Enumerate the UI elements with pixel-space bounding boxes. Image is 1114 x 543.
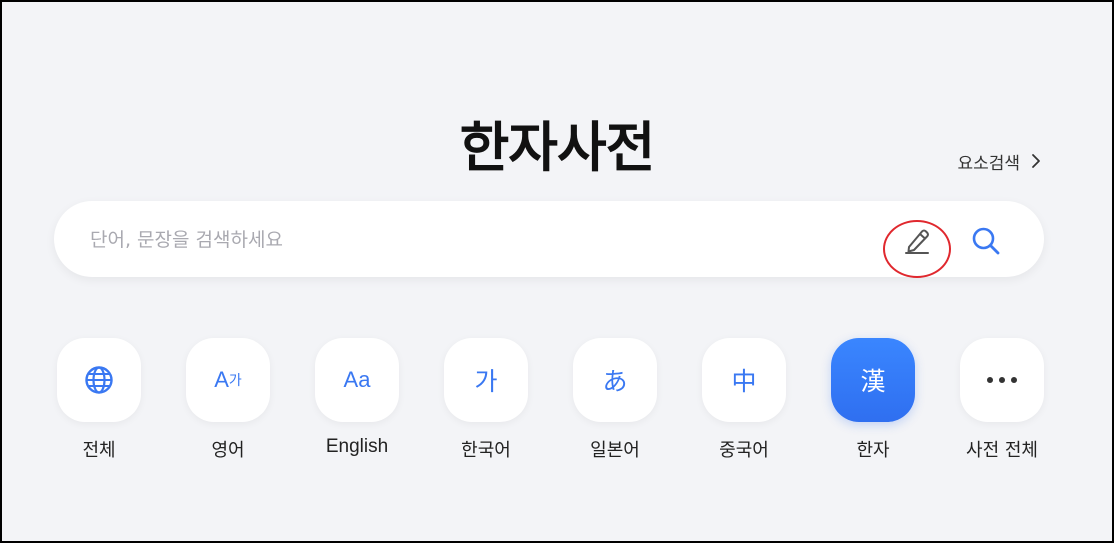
dictionary-icon-text: あ [602, 367, 628, 396]
dictionary-icon-subtext: 가 [228, 373, 242, 389]
dictionary-tile [960, 338, 1044, 422]
dictionary-label: English [325, 436, 389, 457]
dictionary-tile: A가 [186, 338, 270, 422]
dictionary-item-hanja[interactable]: 漢 한자 [830, 338, 916, 468]
pen-icon [905, 229, 929, 254]
search-bar [54, 201, 1044, 278]
dictionary-item-more[interactable]: 사전 전체 [959, 338, 1045, 468]
dictionary-label: 일본어 [590, 440, 640, 461]
dictionary-tile: あ [573, 338, 657, 422]
dictionary-page: 한자사전 요소검색 단어, 문장을 검색하세요 전체 A 가 영어 Aa Eng… [0, 0, 1114, 543]
dictionary-tile-active: 漢 [831, 338, 915, 422]
dictionary-item-all[interactable]: 전체 [56, 338, 142, 468]
dictionary-tile: 中 [702, 338, 786, 422]
dictionary-icon-text: Aa [343, 367, 371, 392]
search-input[interactable] [88, 219, 852, 261]
dictionary-tile: 가 [444, 338, 528, 422]
dictionary-icon-text: 中 [731, 367, 757, 396]
dictionary-icon-text: 가 [474, 367, 498, 396]
dictionary-tile [57, 338, 141, 422]
dictionary-icon-text: A [214, 367, 229, 392]
dictionary-item-english-ko[interactable]: A가 영어 [185, 338, 271, 468]
dictionary-label: 영어 [211, 440, 245, 461]
dictionary-label: 한국어 [461, 440, 511, 461]
more-dots-icon [987, 377, 1017, 383]
dictionary-list: 전체 A가 영어 Aa English 가 한국어 あ 일본어 中 중국어 漢 … [56, 338, 1046, 468]
page-title: 한자사전 [459, 116, 656, 180]
chevron-right-icon [1032, 154, 1040, 168]
dictionary-label: 중국어 [719, 440, 769, 461]
dictionary-label: 사전 전체 [966, 440, 1038, 461]
dictionary-tile: Aa [315, 338, 399, 422]
search-icon [972, 227, 1000, 255]
search-button[interactable] [964, 219, 1008, 263]
element-search-link[interactable]: 요소검색 [957, 146, 1044, 176]
dictionary-label: 한자 [856, 440, 890, 461]
handwriting-input-button[interactable] [894, 217, 940, 263]
element-search-label: 요소검색 [957, 153, 1020, 174]
dictionary-item-chinese[interactable]: 中 중국어 [701, 338, 787, 468]
dictionary-label: 전체 [82, 440, 116, 461]
globe-icon [85, 366, 113, 394]
dictionary-item-japanese[interactable]: あ 일본어 [572, 338, 658, 468]
dictionary-icon-text: 漢 [860, 367, 886, 396]
dictionary-item-english[interactable]: Aa English [314, 338, 400, 468]
dictionary-item-korean[interactable]: 가 한국어 [443, 338, 529, 468]
